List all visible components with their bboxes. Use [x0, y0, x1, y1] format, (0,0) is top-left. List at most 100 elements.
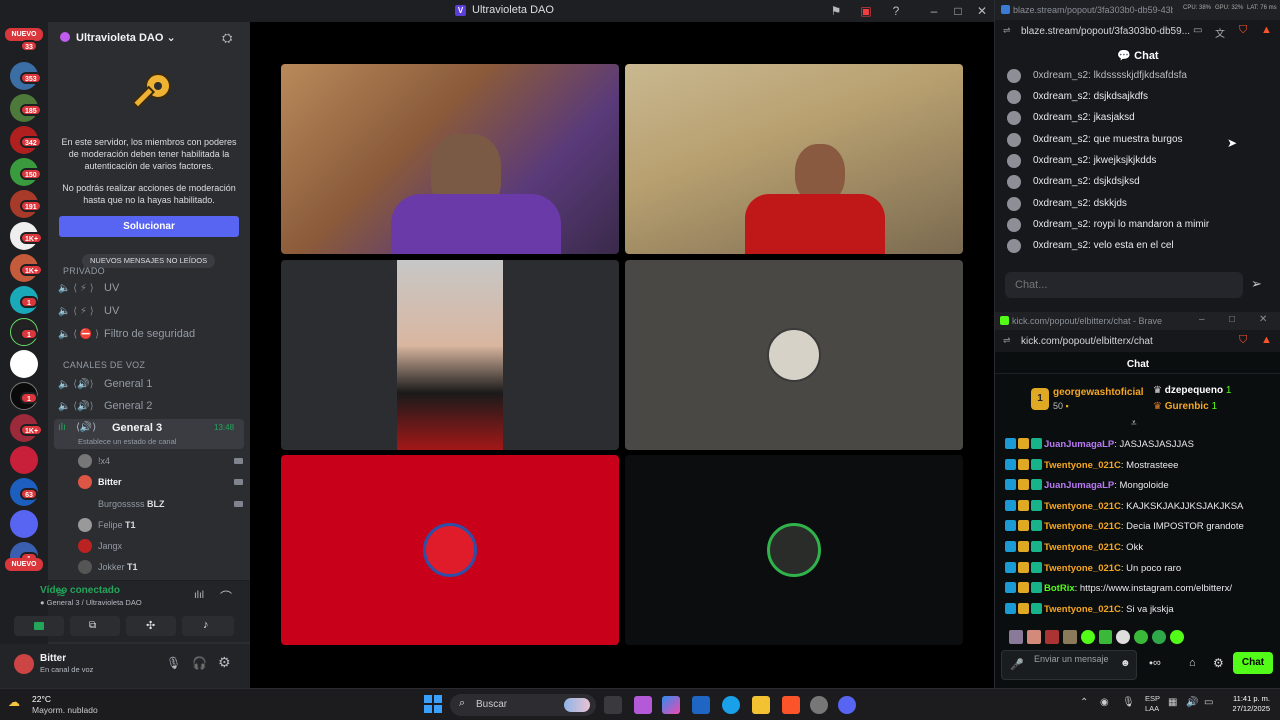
video-tile-participant-2[interactable]: [625, 64, 963, 254]
disconnect-icon[interactable]: ⌒: [220, 588, 232, 605]
channel-private-uv-2[interactable]: 🔈 ⟨ ⚡ ⟩ UV: [58, 301, 248, 321]
channel-general-1[interactable]: 🔈 ⟨🔊⟩ General 1: [58, 374, 248, 394]
emote-icon[interactable]: [1062, 630, 1077, 644]
top-user-1[interactable]: ♛ dzepequeno 1: [1153, 385, 1231, 396]
emote-icon[interactable]: [1026, 630, 1041, 644]
chat-settings-gear-icon[interactable]: ⚙: [1213, 656, 1224, 670]
video-tile-participant-4[interactable]: [625, 260, 963, 450]
voice-member[interactable]: Burgosssss BLZ: [78, 494, 243, 514]
microphone-icon[interactable]: 🎙: [166, 656, 181, 670]
chat-send-button[interactable]: Chat: [1233, 652, 1273, 674]
channel-private-uv-1[interactable]: 🔈 ⟨ ⚡ ⟩ UV: [58, 278, 248, 298]
voice-member[interactable]: Jangx: [78, 536, 243, 556]
maximize-icon[interactable]: □: [950, 3, 966, 19]
chat-username[interactable]: Twentyone_021C: [1044, 542, 1121, 553]
chat-username[interactable]: Twentyone_021C: [1044, 460, 1121, 471]
server-name[interactable]: Ultravioleta DAO ⌄: [76, 31, 176, 44]
weather-icon[interactable]: ☁: [8, 695, 30, 713]
store-icon[interactable]: [692, 696, 710, 714]
tray-app-icon[interactable]: ◉: [1100, 697, 1109, 708]
emote-icon[interactable]: [1098, 630, 1113, 644]
chat-input[interactable]: [1005, 272, 1243, 298]
brave-rewards-icon[interactable]: ▲: [1261, 334, 1272, 346]
taskbar-search[interactable]: ⌕ Buscar: [450, 694, 596, 716]
chat-username[interactable]: JuanJumagaLP: [1044, 439, 1114, 450]
emote-icon[interactable]: [1116, 630, 1131, 644]
add-member-icon[interactable]: ⛭: [222, 30, 232, 46]
chat-username[interactable]: Twentyone_021C: [1044, 604, 1121, 615]
copilot-icon[interactable]: [662, 696, 680, 714]
server-icon[interactable]: [10, 446, 38, 474]
camera-button[interactable]: [14, 616, 64, 636]
server-icon[interactable]: [10, 510, 38, 538]
tray-chevron-icon[interactable]: ⌃: [1080, 697, 1088, 708]
voice-member[interactable]: Jokker T1: [78, 557, 243, 577]
message-input[interactable]: Enviar un mensaje: [1034, 654, 1114, 665]
clock-date[interactable]: 27/12/2025: [1222, 704, 1270, 713]
clock-time[interactable]: 11:41 p. m.: [1222, 694, 1270, 703]
channel-general-3-active[interactable]: ılı ⟨🔊⟩ General 3 13:48 Establece un est…: [54, 419, 244, 449]
address-bar[interactable]: ⇌ blaze.stream/popout/3fa303b0-db59... ▭…: [995, 20, 1280, 42]
task-view-icon[interactable]: [604, 696, 622, 714]
share-screen-button[interactable]: ⧉: [70, 616, 120, 636]
cast-icon[interactable]: ▭: [1193, 25, 1202, 36]
maximize-icon[interactable]: □: [1229, 314, 1235, 325]
address-bar[interactable]: ⇌ kick.com/popout/elbitterx/chat ⛉ ▲: [995, 330, 1280, 352]
minimize-icon[interactable]: –: [926, 3, 942, 19]
network-icon[interactable]: ▦: [1168, 697, 1177, 708]
channel-security-filter[interactable]: 🔈 ⟨ ⛔ ⟩ Filtro de seguridad: [58, 324, 248, 344]
avatar[interactable]: [14, 654, 34, 674]
chat-username[interactable]: Twentyone_021C: [1044, 501, 1121, 512]
site-settings-icon[interactable]: ⇌: [1003, 25, 1011, 36]
brave-rewards-icon[interactable]: ▲: [1261, 24, 1272, 36]
emote-icon[interactable]: [1152, 630, 1167, 644]
top-gifter-name[interactable]: georgewashtoficial: [1053, 387, 1144, 398]
emoji-icon[interactable]: ☻: [1120, 658, 1131, 669]
chat-username[interactable]: JuanJumagaLP: [1044, 480, 1114, 491]
voice-member[interactable]: Felipe T1: [78, 515, 243, 535]
discord-icon[interactable]: [838, 696, 856, 714]
settings-gear-icon[interactable]: ⚙: [218, 654, 231, 671]
close-icon[interactable]: ✕: [1259, 314, 1267, 325]
top-user-2[interactable]: ♛ Gurenbic 1: [1153, 401, 1217, 412]
voice-member[interactable]: !x4: [78, 451, 243, 471]
video-tile-participant-3[interactable]: [281, 260, 619, 450]
emote-icon[interactable]: [1080, 630, 1095, 644]
volume-icon[interactable]: 🔊: [1186, 697, 1198, 708]
app-icon[interactable]: [634, 696, 652, 714]
tray-mic-icon[interactable]: 🎙: [1122, 697, 1135, 708]
windows-start-icon[interactable]: [424, 695, 442, 713]
edge-icon[interactable]: [722, 696, 740, 714]
app-icon[interactable]: [810, 696, 828, 714]
store-icon[interactable]: ⌂: [1189, 657, 1196, 669]
battery-icon[interactable]: ▭: [1204, 697, 1213, 708]
category-private[interactable]: PRIVADO: [63, 266, 105, 276]
screen-share-icon[interactable]: ▣: [858, 3, 874, 19]
chat-username[interactable]: BotRix: [1044, 583, 1075, 594]
connections-icon[interactable]: ⬩∞: [1149, 657, 1161, 670]
soundboard-button[interactable]: ♪: [182, 616, 234, 636]
channel-status-hint[interactable]: Establece un estado de canal: [78, 437, 176, 446]
headphones-icon[interactable]: 🎧: [192, 656, 207, 670]
minimize-icon[interactable]: –: [1199, 314, 1205, 325]
tab-title[interactable]: kick.com/popout/elbitterx/chat - Brave: [1012, 316, 1162, 326]
weather-description[interactable]: Mayorm. nublado: [32, 705, 98, 715]
activities-button[interactable]: ✣: [126, 616, 176, 636]
help-icon[interactable]: ?: [888, 3, 904, 19]
message-input-box[interactable]: 🎤 Enviar un mensaje ☻: [1001, 650, 1137, 680]
collapse-icon[interactable]: ⩡: [1131, 418, 1137, 429]
microphone-icon[interactable]: 🎤: [1010, 658, 1024, 671]
emote-icon[interactable]: [1170, 630, 1185, 644]
chat-username[interactable]: Twentyone_021C: [1044, 563, 1121, 574]
brave-shield-icon[interactable]: ⛉: [1239, 24, 1247, 37]
input-layout[interactable]: LAA: [1145, 704, 1159, 713]
voice-member[interactable]: Bitter: [78, 472, 243, 492]
video-tile-participant-5[interactable]: [281, 455, 619, 645]
send-icon[interactable]: ➢: [1251, 276, 1262, 292]
site-settings-icon[interactable]: ⇌: [1003, 335, 1011, 346]
server-icon[interactable]: [10, 350, 38, 378]
emote-icon[interactable]: [1009, 630, 1023, 644]
emote-icon[interactable]: [1044, 630, 1059, 644]
category-voice[interactable]: CANALES DE VOZ: [63, 360, 145, 370]
brave-icon[interactable]: [782, 696, 800, 714]
